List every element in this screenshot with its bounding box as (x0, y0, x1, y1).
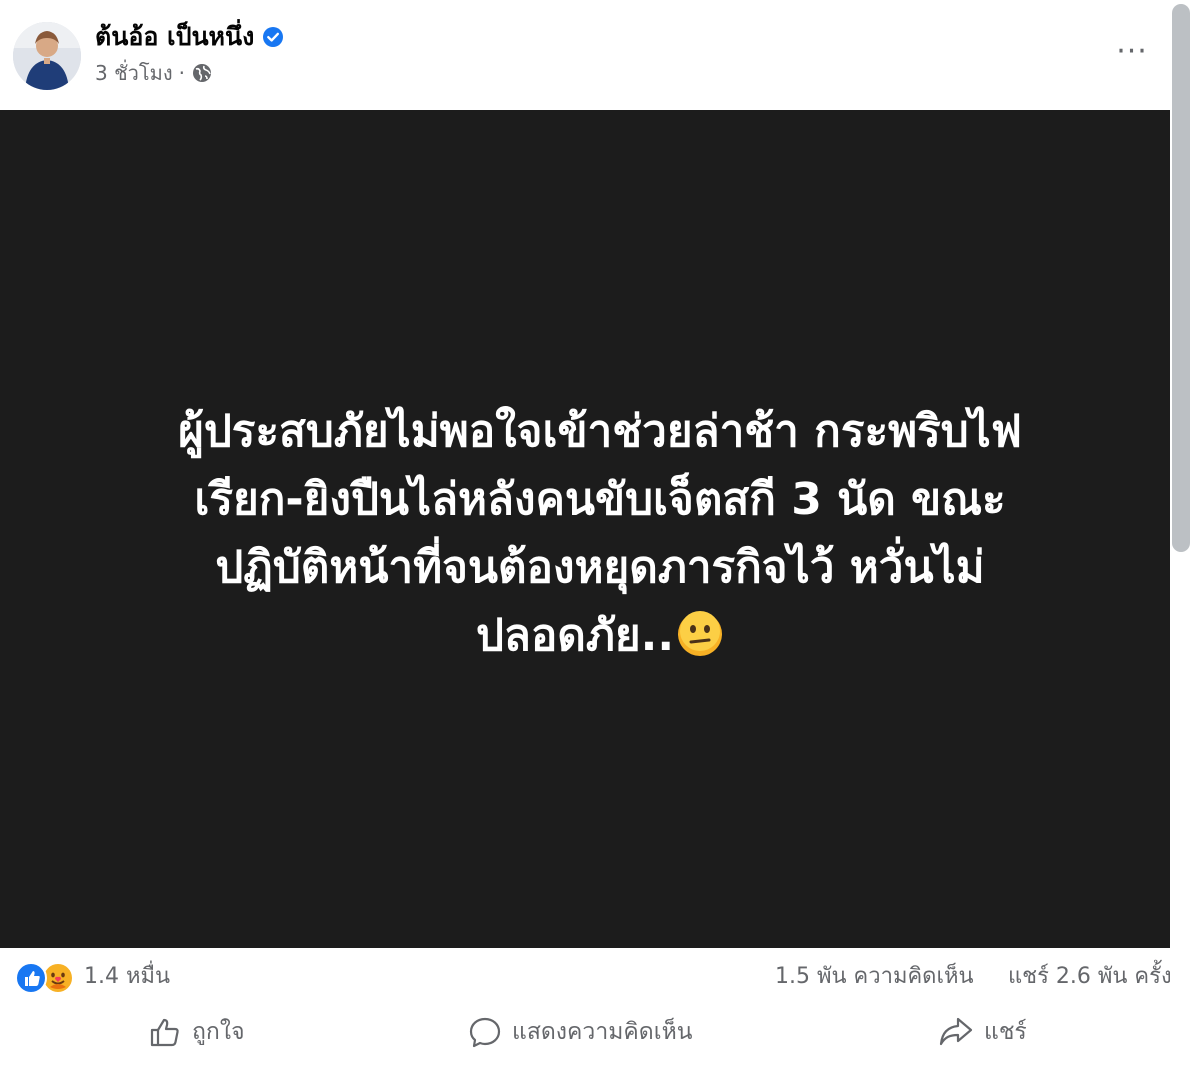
comment-label: แสดงความคิดเห็น (512, 1019, 693, 1045)
like-label: ถูกใจ (192, 1019, 245, 1045)
post-time[interactable]: 3 ชั่วโมง (95, 58, 173, 88)
more-options-button[interactable]: ··· (1112, 34, 1152, 70)
author-avatar[interactable] (13, 22, 81, 90)
like-reaction-icon (15, 962, 47, 994)
globe-icon (192, 64, 211, 82)
thumbs-up-icon (150, 1018, 179, 1047)
post-header: ต้นอ้อ เป็นหนึ่ง 3 ชั่วโมง · ··· (0, 0, 1170, 110)
reactions-summary: 1.4 หมื่น 1.5 พัน ความคิดเห็น แชร์ 2.6 พ… (0, 952, 1200, 1002)
author-name[interactable]: ต้นอ้อ เป็นหนึ่ง (95, 20, 254, 54)
share-label: แชร์ (984, 1019, 1027, 1045)
author-row: ต้นอ้อ เป็นหนึ่ง (95, 20, 284, 54)
post-meta: 3 ชั่วโมง · (95, 58, 213, 88)
facebook-post: ต้นอ้อ เป็นหนึ่ง 3 ชั่วโมง · ··· ผู้ประส… (0, 0, 1200, 1080)
reaction-count[interactable]: 1.4 หมื่น (84, 960, 170, 994)
comment-button[interactable]: แสดงความคิดเห็น (468, 1012, 692, 1052)
share-arrow-icon (939, 1017, 973, 1046)
like-button[interactable]: ถูกใจ (148, 1012, 245, 1052)
post-actions: ถูกใจ แสดงความคิดเห็น แชร์ (0, 1004, 1200, 1060)
care-reaction-icon (42, 962, 74, 994)
post-text-content: ผู้ประสบภัยไม่พอใจเข้าช่วยล่าช้า กระพริบ… (178, 406, 1022, 661)
scrollbar-thumb[interactable] (1172, 4, 1190, 552)
verified-badge-icon (263, 27, 284, 47)
comment-bubble-icon (469, 1017, 501, 1048)
more-options-icon: ··· (1116, 34, 1148, 69)
comment-count[interactable]: 1.5 พัน ความคิดเห็น (775, 960, 974, 994)
post-text: ผู้ประสบภัยไม่พอใจเข้าช่วยล่าช้า กระพริบ… (70, 398, 1130, 670)
avatar-image (13, 22, 81, 90)
share-button[interactable]: แชร์ (938, 1012, 1027, 1052)
confused-face-emoji (678, 611, 723, 656)
text-post-background: ผู้ประสบภัยไม่พอใจเข้าช่วยล่าช้า กระพริบ… (0, 110, 1200, 948)
reaction-icons[interactable] (14, 961, 76, 995)
meta-separator: · (178, 61, 185, 85)
share-count[interactable]: แชร์ 2.6 พัน ครั้ง (1008, 960, 1172, 994)
scrollbar-track[interactable] (1170, 0, 1200, 1080)
